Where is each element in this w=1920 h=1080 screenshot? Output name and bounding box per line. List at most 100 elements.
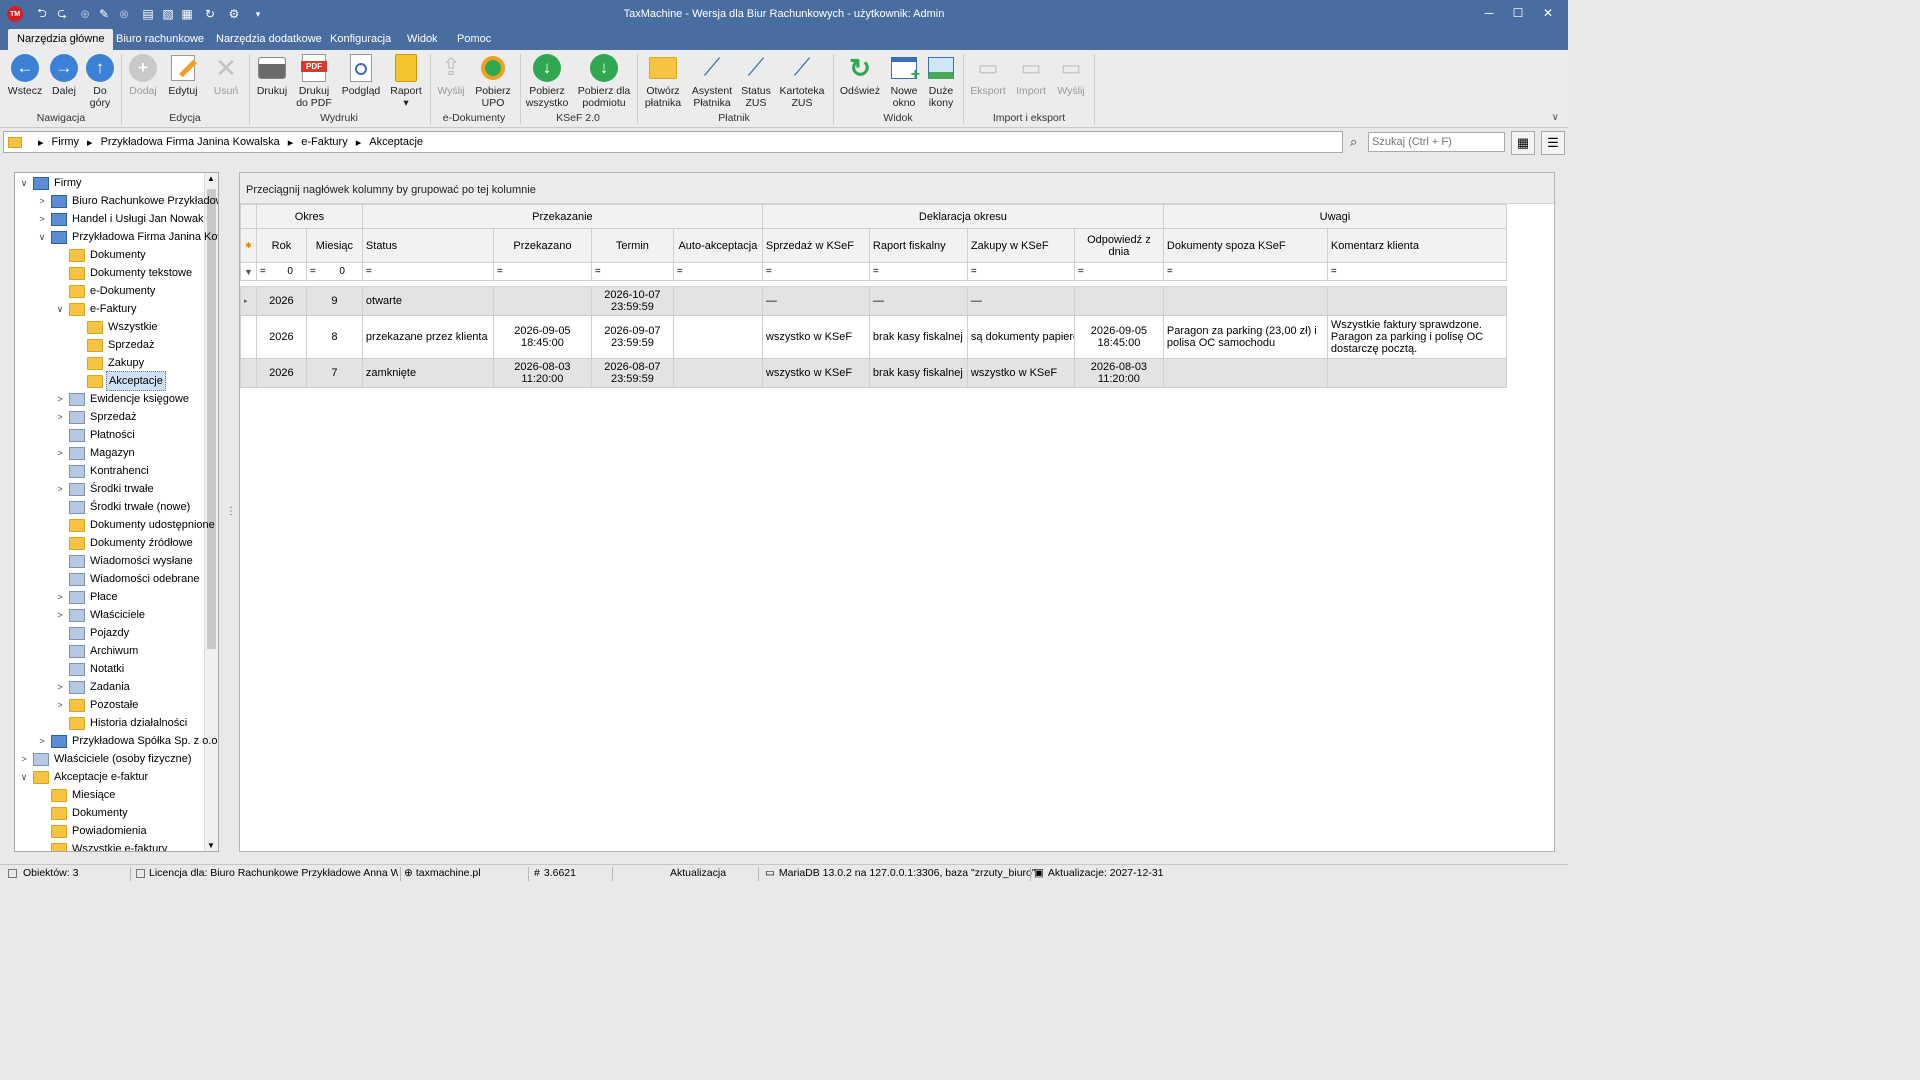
- tree-node[interactable]: > Przykładowa Spółka Sp. z o.o.: [37, 732, 218, 750]
- band-przekazanie[interactable]: Przekazanie: [361, 204, 763, 229]
- send-button[interactable]: ⇪ Wyślij: [434, 53, 468, 98]
- tab-narzedzia-glowne[interactable]: Narzędzia główne: [8, 29, 114, 50]
- filter-odpowiedz[interactable]: =: [1073, 262, 1164, 281]
- tree-node[interactable]: Dokumenty udostępnione: [55, 516, 217, 534]
- tree-node[interactable]: Wszystkie: [73, 318, 160, 336]
- tree-node[interactable]: Wiadomości wysłane: [55, 552, 195, 570]
- tab-konfiguracja[interactable]: Konfiguracja: [321, 29, 400, 50]
- download-upo-button[interactable]: Pobierz UPO: [472, 53, 514, 109]
- expand-chevron-icon[interactable]: >: [37, 192, 47, 210]
- expand-chevron-icon[interactable]: >: [55, 408, 65, 426]
- close-button[interactable]: ✕: [1538, 6, 1558, 20]
- tree-node[interactable]: e-Dokumenty: [55, 282, 157, 300]
- cell-dokumenty[interactable]: [1162, 358, 1328, 388]
- cell-dokumenty[interactable]: Paragon za parking (23,00 zł) i polisa O…: [1162, 315, 1328, 359]
- send-export-button[interactable]: ▭ Wyślij: [1052, 53, 1090, 98]
- tree-node[interactable]: ∨ e-Faktury: [55, 300, 138, 318]
- filter-auto[interactable]: =: [672, 262, 763, 281]
- band-uwagi[interactable]: Uwagi: [1162, 204, 1507, 229]
- cell-raport[interactable]: brak kasy fiskalnej: [868, 358, 968, 388]
- cell-rok[interactable]: 2026: [255, 358, 307, 388]
- scroll-thumb[interactable]: [207, 189, 216, 649]
- cell-termin[interactable]: 2026-08-07 23:59:59: [590, 358, 674, 388]
- search-input[interactable]: [1368, 132, 1505, 152]
- cell-miesiac[interactable]: 7: [305, 358, 363, 388]
- refresh-button[interactable]: ↻ Odśwież: [838, 53, 882, 97]
- tree-node[interactable]: Wszystkie e-faktury: [37, 840, 169, 851]
- expand-chevron-icon[interactable]: >: [55, 390, 65, 408]
- expand-chevron-icon[interactable]: >: [37, 210, 47, 228]
- tree-node[interactable]: Miesiące: [37, 786, 117, 804]
- filter-przekazano[interactable]: =: [492, 262, 592, 281]
- tree-node[interactable]: ∨ Akceptacje e-faktur: [19, 768, 150, 786]
- col-sprzedaz-ksef[interactable]: Sprzedaż w KSeF: [761, 228, 870, 263]
- tab-widok[interactable]: Widok: [398, 29, 447, 50]
- cell-miesiac[interactable]: 9: [305, 286, 363, 316]
- filter-dokumenty[interactable]: =: [1162, 262, 1328, 281]
- expand-chevron-icon[interactable]: >: [19, 750, 29, 768]
- cell-raport[interactable]: brak kasy fiskalnej: [868, 315, 968, 359]
- cell-odpowiedz[interactable]: 2026-09-05 18:45:00: [1073, 315, 1164, 359]
- expand-chevron-icon[interactable]: >: [55, 444, 65, 462]
- tree-node[interactable]: Wiadomości odebrane: [55, 570, 201, 588]
- open-platnik-button[interactable]: Otwórz płatnika: [641, 53, 685, 109]
- breadcrumb-item-e-faktury[interactable]: e-Faktury: [301, 136, 347, 148]
- expand-chevron-icon[interactable]: >: [55, 606, 65, 624]
- edit-button[interactable]: Edytuj: [164, 53, 202, 97]
- filter-raport[interactable]: =: [868, 262, 968, 281]
- cell-miesiac[interactable]: 8: [305, 315, 363, 359]
- tree-node[interactable]: > Magazyn: [55, 444, 137, 462]
- expand-chevron-icon[interactable]: >: [55, 588, 65, 606]
- status-zus-button[interactable]: ⟋ Status ZUS: [739, 53, 773, 110]
- table-row[interactable]: 2026 7 zamknięte 2026-08-03 11:20:00 202…: [240, 358, 1507, 388]
- back-button[interactable]: ← Wstecz: [6, 53, 44, 97]
- cell-zakupy[interactable]: —: [966, 286, 1075, 316]
- tree-node[interactable]: > Właściciele: [55, 606, 147, 624]
- band-deklaracja[interactable]: Deklaracja okresu: [761, 204, 1164, 229]
- col-rok[interactable]: Rok: [255, 228, 307, 263]
- breadcrumb-item-firma[interactable]: Przykładowa Firma Janina Kowalska: [101, 136, 280, 148]
- expand-chevron-icon[interactable]: >: [55, 480, 65, 498]
- col-status[interactable]: Status: [361, 228, 494, 263]
- grid-view-icon[interactable]: ▦: [1511, 131, 1535, 155]
- delete-button[interactable]: ✕ Usuń: [208, 53, 244, 97]
- expand-chevron-icon[interactable]: ∨: [19, 174, 29, 192]
- tree-node[interactable]: Dokumenty tekstowe: [55, 264, 194, 282]
- large-icons-button[interactable]: Duże ikony: [924, 53, 958, 109]
- status-website-link[interactable]: ⊕ taxmachine.pl: [404, 867, 481, 879]
- cell-auto[interactable]: [672, 286, 763, 316]
- download-for-entity-button[interactable]: ↓ Pobierz dla podmiotu: [576, 53, 632, 109]
- expand-chevron-icon[interactable]: >: [55, 696, 65, 714]
- expand-chevron-icon[interactable]: ∨: [19, 768, 29, 786]
- table-row[interactable]: 2026 8 przekazane przez klienta 2026-09-…: [240, 315, 1507, 359]
- tree-node[interactable]: > Pozostałe: [55, 696, 140, 714]
- breadcrumb-item-akceptacje[interactable]: Akceptacje: [369, 136, 423, 148]
- tree-node[interactable]: > Płace: [55, 588, 120, 606]
- tree-node[interactable]: Środki trwałe (nowe): [55, 498, 192, 516]
- cell-rok[interactable]: 2026: [255, 286, 307, 316]
- cell-przekazano[interactable]: [492, 286, 592, 316]
- cell-dokumenty[interactable]: [1162, 286, 1328, 316]
- cell-auto[interactable]: [672, 315, 763, 359]
- status-update-button[interactable]: Aktualizacja: [670, 867, 726, 879]
- cell-status[interactable]: zamknięte: [361, 358, 494, 388]
- tree-node[interactable]: > Ewidencje księgowe: [55, 390, 191, 408]
- cell-termin[interactable]: 2026-09-07 23:59:59: [590, 315, 674, 359]
- navigation-tree[interactable]: ▲ ▼ ∨ Firmy > Biuro Rachunkowe Przykładowe >…: [14, 172, 219, 852]
- filter-zakupy[interactable]: =: [966, 262, 1075, 281]
- filter-sprzedaz[interactable]: =: [761, 262, 870, 281]
- platnik-assistant-button[interactable]: ⟋ Asystent Płatnika: [689, 53, 735, 110]
- cell-zakupy[interactable]: są dokumenty papierowe: [966, 315, 1075, 359]
- tree-node[interactable]: Powiadomienia: [37, 822, 149, 840]
- tree-node[interactable]: > Handel i Usługi Jan Nowak: [37, 210, 205, 228]
- tree-node[interactable]: Akceptacje: [73, 371, 166, 391]
- col-odpowiedz-z-dnia[interactable]: Odpowiedź z dnia: [1073, 228, 1164, 263]
- filter-rok[interactable]: = 0: [255, 262, 307, 281]
- filter-termin[interactable]: =: [590, 262, 674, 281]
- cell-przekazano[interactable]: 2026-08-03 11:20:00: [492, 358, 592, 388]
- filter-status[interactable]: =: [361, 262, 494, 281]
- expand-chevron-icon[interactable]: ∨: [37, 228, 47, 246]
- tree-node[interactable]: Kontrahenci: [55, 462, 151, 480]
- band-okres[interactable]: Okres: [255, 204, 363, 229]
- collapse-ribbon-chevron-icon[interactable]: ∨: [1552, 112, 1559, 123]
